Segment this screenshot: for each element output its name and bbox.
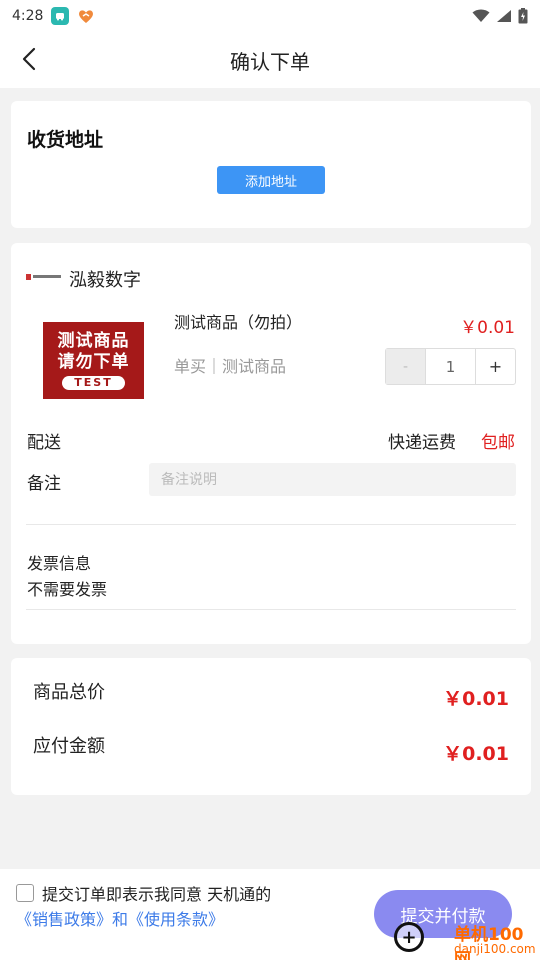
page-title: 确认下单 xyxy=(230,49,310,74)
divider xyxy=(26,524,516,525)
submit-pay-button[interactable]: 提交并付款 xyxy=(374,890,512,938)
nav-bar: 确认下单 xyxy=(0,32,540,88)
address-card: 收货地址 添加地址 xyxy=(11,101,531,228)
payable-value: ￥0.01 xyxy=(443,743,509,765)
increase-button[interactable]: + xyxy=(475,349,515,384)
invoice-value[interactable]: 不需要发票 xyxy=(27,576,107,600)
note-input[interactable] xyxy=(149,463,516,496)
quantity-value[interactable]: 1 xyxy=(426,349,475,384)
summary-card: 商品总价 ￥0.01 应付金额 ￥0.01 xyxy=(11,658,531,795)
status-bar: 4:28 xyxy=(0,0,540,32)
product-image-text-1: 测试商品 xyxy=(57,331,130,351)
quantity-stepper: - 1 + xyxy=(385,348,516,385)
product-name: 测试商品（勿拍） xyxy=(174,313,303,332)
battery-icon xyxy=(518,8,528,24)
decrease-button[interactable]: - xyxy=(386,349,426,384)
product-image-text-2: 请勿下单 xyxy=(57,352,130,372)
order-card: 泓毅数字 测试商品 请勿下单 TEST 测试商品（勿拍） ￥0.01 单买｜测试… xyxy=(11,243,531,644)
shop-name: 泓毅数字 xyxy=(69,270,141,291)
product-image-tag: TEST xyxy=(62,376,125,390)
total-label: 商品总价 xyxy=(33,682,105,703)
product-price: ￥0.01 xyxy=(460,318,515,338)
address-title: 收货地址 xyxy=(27,129,104,151)
note-label: 备注 xyxy=(27,474,61,494)
app-notification-icon xyxy=(51,7,70,25)
bottom-bar: 提交订单即表示我同意 天机通的 《销售政策》和《使用条款》 提交并付款 xyxy=(0,869,540,960)
app-notification-icon-2 xyxy=(77,7,95,25)
wifi-icon xyxy=(472,9,490,22)
and-text: 和 xyxy=(112,910,129,929)
signal-icon xyxy=(497,10,511,22)
agree-text: 提交订单即表示我同意 天机通的 xyxy=(42,885,272,904)
chevron-left-icon xyxy=(22,47,36,71)
payable-label: 应付金额 xyxy=(33,736,105,757)
total-value: ￥0.01 xyxy=(443,688,509,710)
status-time: 4:28 xyxy=(12,8,44,24)
divider xyxy=(26,609,516,610)
agree-checkbox[interactable] xyxy=(16,884,34,902)
product-spec: 单买｜测试商品 xyxy=(174,357,287,376)
back-button[interactable] xyxy=(14,44,44,74)
add-address-button[interactable]: 添加地址 xyxy=(217,166,325,194)
delivery-label: 配送 xyxy=(27,433,61,453)
invoice-title[interactable]: 发票信息 xyxy=(27,550,91,574)
sales-policy-link[interactable]: 《销售政策》 xyxy=(16,910,112,929)
product-image[interactable]: 测试商品 请勿下单 TEST xyxy=(43,322,144,399)
terms-of-use-link[interactable]: 《使用条款》 xyxy=(128,910,224,929)
agreement-links: 《销售政策》和《使用条款》 xyxy=(16,906,224,930)
shop-logo-icon xyxy=(26,269,62,285)
shipping-fee-label: 快递运费 xyxy=(388,433,456,453)
shipping-fee-value: 包邮 xyxy=(481,433,515,453)
